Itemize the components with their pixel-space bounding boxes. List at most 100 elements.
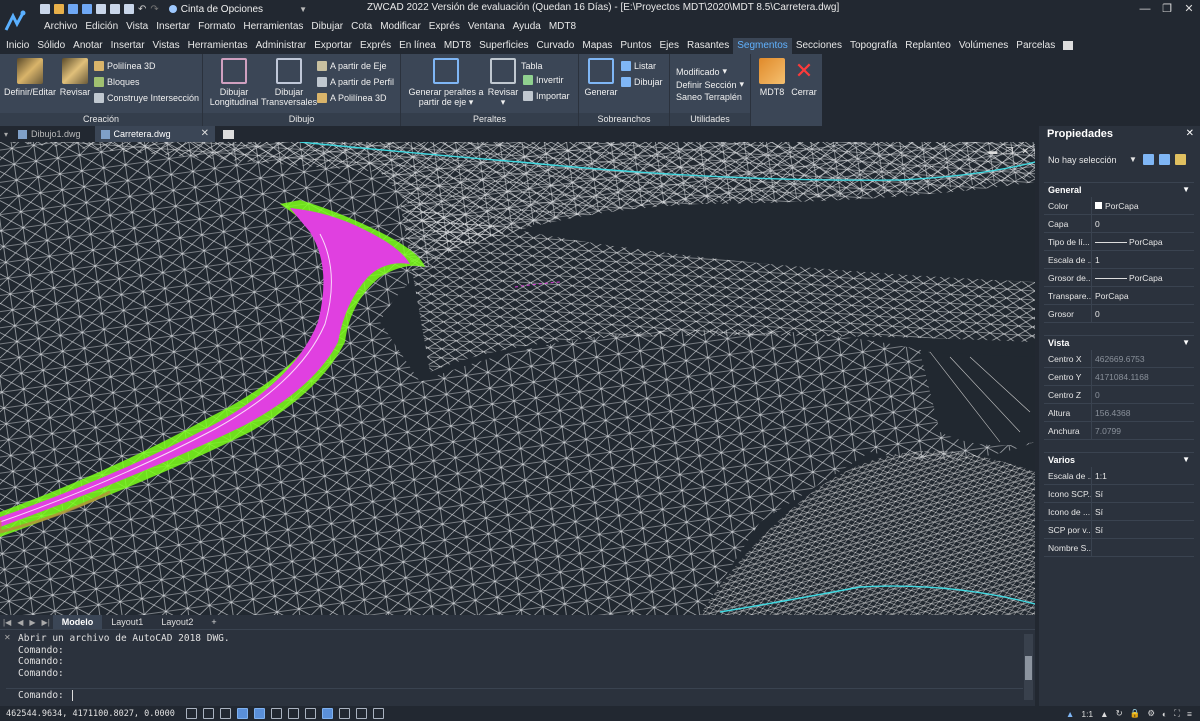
tab-exportar[interactable]: Exportar [310,38,356,54]
ortho-icon[interactable] [220,708,231,719]
redo-icon[interactable]: ↷ [150,4,158,15]
tab-vistas[interactable]: Vistas [149,38,184,54]
tab-replanteo[interactable]: Replanteo [901,38,955,54]
menu-mdt8[interactable]: MDT8 [545,20,580,34]
save-as-icon[interactable] [82,4,92,14]
doc-tab-dibujo1[interactable]: Dibujo1.dwg [12,126,87,142]
menu-edicion[interactable]: Edición [81,20,122,34]
dibujar-transversales-button[interactable]: Dibujar Transversales [261,58,317,107]
grid-icon[interactable] [186,708,197,719]
dynamic-input-icon[interactable] [322,708,333,719]
tabla-button[interactable]: Tabla [521,61,543,71]
prop-row[interactable]: SCP por v... Sí [1044,521,1194,539]
selection-dropdown[interactable]: No hay selección ▼ [1039,150,1200,170]
tab-solido[interactable]: Sólido [33,38,69,54]
next-layout-icon[interactable]: ▶ [26,618,38,627]
annotation-scale-icon[interactable]: ▲ [1066,709,1074,719]
prop-row[interactable]: Centro X 462669.6753 [1044,350,1194,368]
prop-row[interactable]: Grosor 0 [1044,305,1194,323]
close-button[interactable]: ✕ [1178,0,1200,18]
prop-row[interactable]: Transpare... PorCapa [1044,287,1194,305]
command-scrollbar[interactable] [1024,634,1033,700]
a-polilinea-3d-button[interactable]: A Polilínea 3D [317,93,387,103]
new-tab-icon[interactable] [222,129,234,139]
tab-parcelas[interactable]: Parcelas [1012,38,1059,54]
drawing-viewport[interactable]: ▬ ❐ ✕ [0,142,1035,615]
menu-cota[interactable]: Cota [347,20,376,34]
modificado-dropdown[interactable]: Modificado ▾ [676,66,727,77]
tab-layout2[interactable]: Layout2 [152,615,202,629]
annotation-scale[interactable]: 1:1 [1081,709,1093,719]
tab-insertar[interactable]: Insertar [107,38,149,54]
tab-volumenes[interactable]: Volúmenes [955,38,1012,54]
tab-superficies[interactable]: Superficies [475,38,532,54]
doc-tab-carretera[interactable]: Carretera.dwg ✕ [94,126,215,142]
prop-row[interactable]: Centro Z0 [1044,386,1194,404]
workspace-selector[interactable]: Cinta de Opciones ▼ [168,4,307,15]
construye-interseccion-button[interactable]: Construye Intersección [94,93,199,103]
prop-row[interactable]: Grosor de... PorCapa [1044,269,1194,287]
prop-row[interactable]: Nombre S... [1044,539,1194,557]
menu-ayuda[interactable]: Ayuda [509,20,545,34]
prop-row[interactable]: Icono SCP... Sí [1044,485,1194,503]
command-close-icon[interactable]: ✕ [4,633,11,642]
snap-icon[interactable] [203,708,214,719]
prop-row[interactable]: Escala de ... 1:1 [1044,467,1194,485]
selection-cycling-icon[interactable] [339,708,350,719]
fullscreen-icon[interactable]: ⛶ [1174,708,1180,719]
add-layout-button[interactable]: + [202,615,225,629]
ribbon-minimize-icon[interactable] [1063,41,1074,50]
publish-icon[interactable] [124,4,134,14]
prev-layout-icon[interactable]: ◀ [14,618,26,627]
section-header[interactable]: General ▼ [1044,183,1194,197]
prop-row[interactable]: Altura 156.4368 [1044,404,1194,422]
select-objects-icon[interactable] [1159,154,1170,165]
polilinea3d-button[interactable]: Polilínea 3D [94,61,156,71]
quick-select-icon[interactable] [1175,154,1186,165]
tab-secciones[interactable]: Secciones [792,38,846,54]
tab-puntos[interactable]: Puntos [616,38,655,54]
cerrar-button[interactable]: ✕ Cerrar [789,58,819,97]
polar-icon[interactable] [237,708,248,719]
zwcad-logo-icon[interactable] [4,10,28,32]
saneo-terraplen-button[interactable]: Saneo Terraplén [676,92,742,102]
undo-icon[interactable]: ↶ [138,4,146,15]
close-properties-icon[interactable]: ✕ [1186,126,1194,142]
last-layout-icon[interactable]: ▶| [39,618,53,627]
plot-preview-icon[interactable] [110,4,120,14]
tab-expres[interactable]: Exprés [356,38,395,54]
definir-editar-button[interactable]: Definir/Editar [4,58,56,97]
menu-dibujar[interactable]: Dibujar [307,20,347,34]
viewport-minimize-icon[interactable]: ▬ [988,146,997,157]
a-partir-de-eje-button[interactable]: A partir de Eje [317,61,387,71]
annotation-monitor-icon[interactable] [356,708,367,719]
first-layout-icon[interactable]: |◀ [0,618,14,627]
tab-rasantes[interactable]: Rasantes [683,38,733,54]
menu-insertar[interactable]: Insertar [152,20,194,34]
dibujar-sobreancho-button[interactable]: Dibujar [621,77,663,87]
tab-list-icon[interactable]: ▾ [0,130,12,139]
transparency-icon[interactable] [373,708,384,719]
print-icon[interactable] [96,4,106,14]
scrollbar-thumb[interactable] [1025,656,1032,680]
tab-topografia[interactable]: Topografía [846,38,901,54]
lineweight-icon[interactable] [305,708,316,719]
menu-expres[interactable]: Exprés [425,20,464,34]
tab-segmentos[interactable]: Segmentos [733,38,792,54]
tab-inicio[interactable]: Inicio [2,38,33,54]
osnap-icon[interactable] [254,708,265,719]
prop-row[interactable]: Capa 0 [1044,215,1194,233]
tab-curvado[interactable]: Curvado [533,38,579,54]
dynamic-ucs-icon[interactable] [288,708,299,719]
prop-row[interactable]: Icono de ... Sí [1044,503,1194,521]
prop-row[interactable]: Anchura 7.0799 [1044,422,1194,440]
minimize-button[interactable]: — [1134,0,1156,18]
menu-ventana[interactable]: Ventana [464,20,509,34]
menu-archivo[interactable]: Archivo [40,20,81,34]
tab-mapas[interactable]: Mapas [578,38,616,54]
revisar-segment-button[interactable]: Revisar [58,58,92,97]
prop-row[interactable]: Escala de ... 1 [1044,251,1194,269]
viewport-restore-icon[interactable]: ❐ [1005,146,1013,157]
lock-icon[interactable]: 🔒 [1130,708,1141,719]
tab-layout1[interactable]: Layout1 [102,615,152,629]
